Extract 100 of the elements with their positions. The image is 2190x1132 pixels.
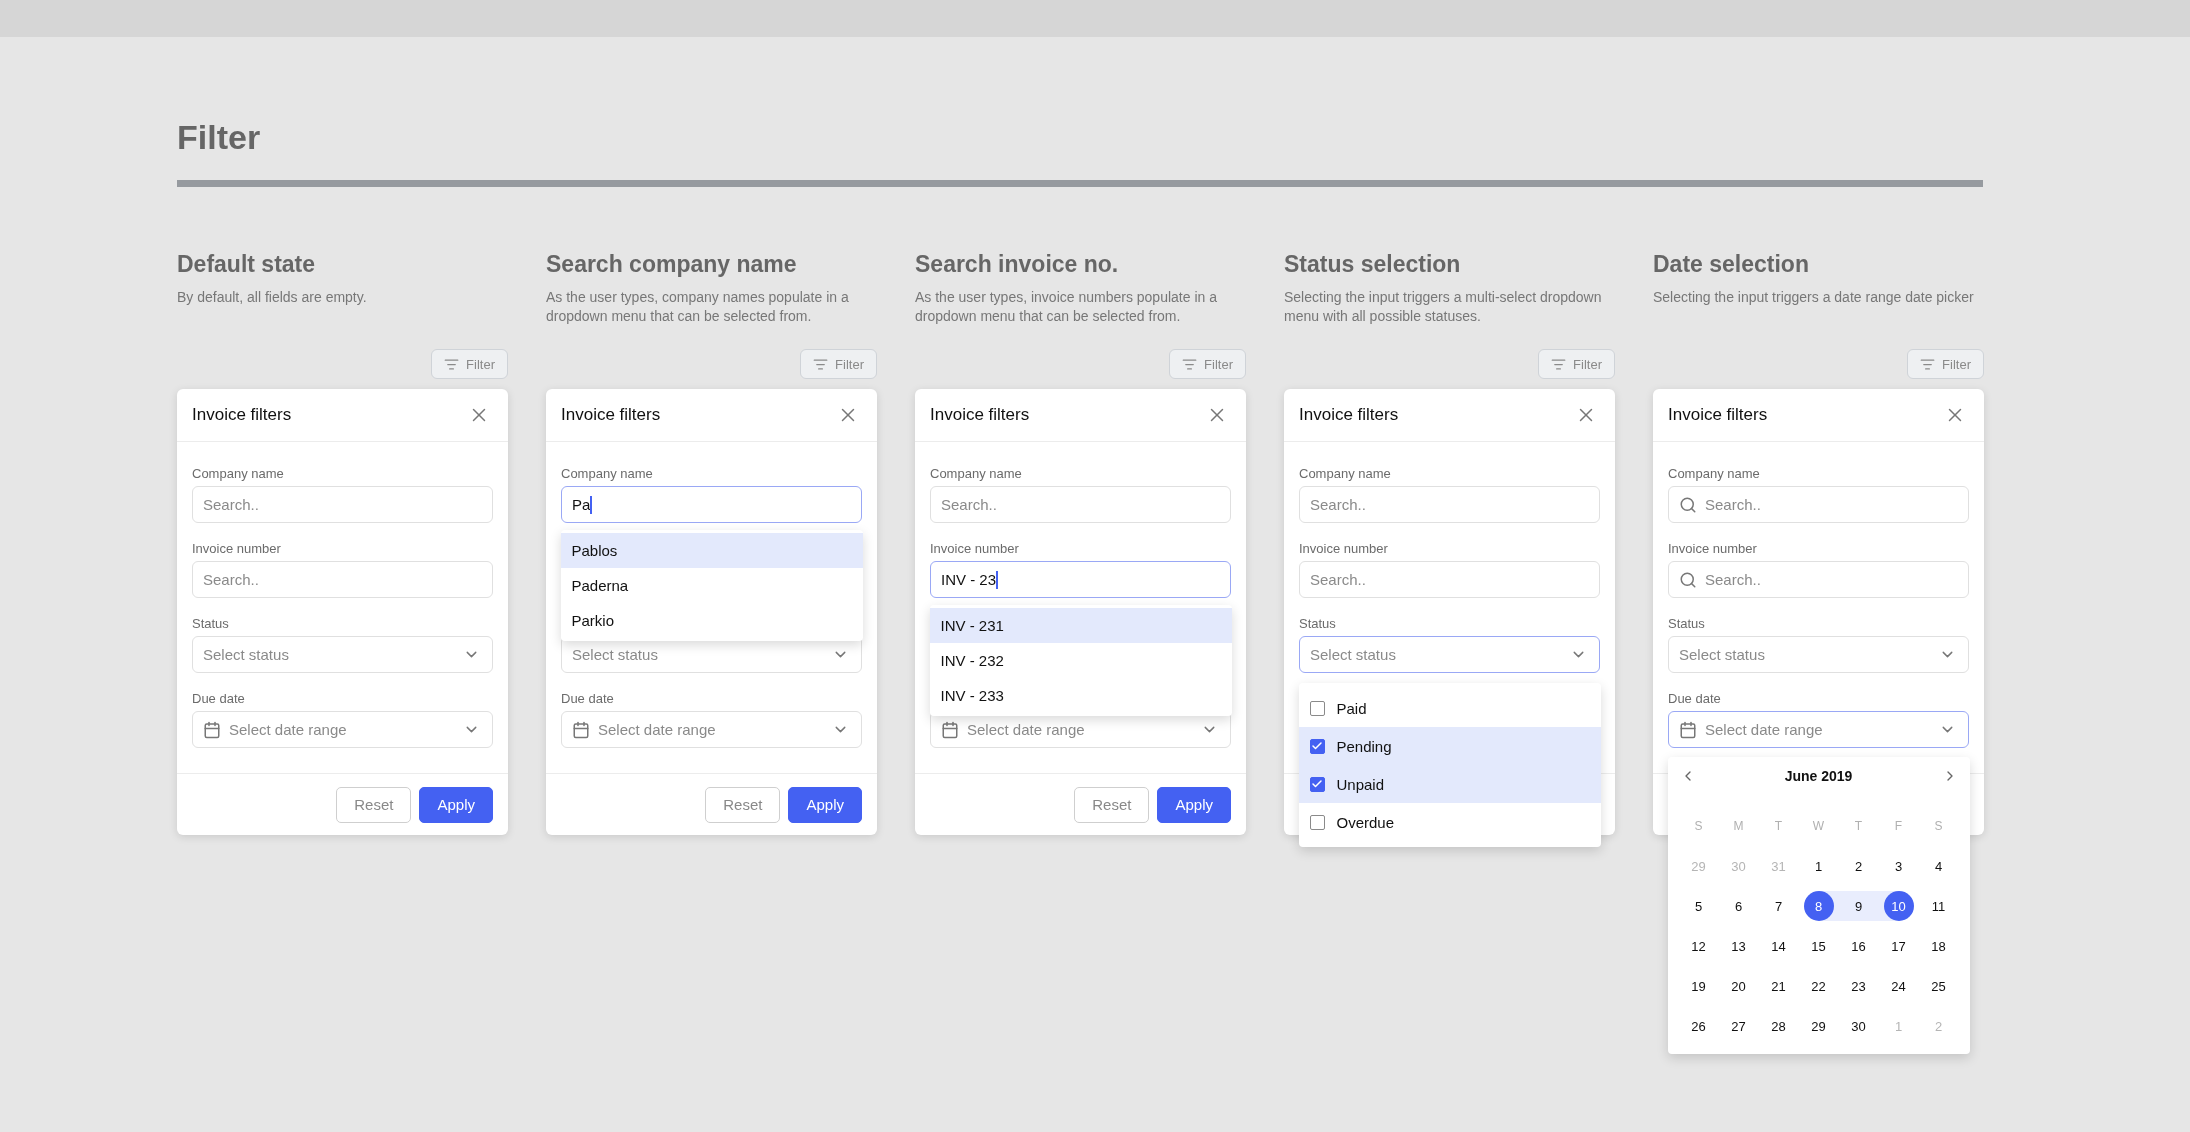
dropdown-option[interactable]: INV - 231 (929, 608, 1232, 643)
invoice-search-field[interactable]: Search.. (1668, 561, 1969, 598)
calendar-day[interactable]: 14 (1763, 931, 1794, 961)
checkbox[interactable] (1309, 738, 1325, 754)
calendar-day[interactable]: 6 (1723, 891, 1754, 921)
calendar-day[interactable]: 18 (1923, 931, 1954, 961)
calendar-day[interactable]: 11 (1923, 891, 1954, 921)
section-heading: Date selection (1653, 250, 1809, 278)
calendar-day[interactable]: 9 (1843, 891, 1874, 921)
company-search-field[interactable]: Search.. (192, 486, 493, 523)
status-select[interactable]: Select status (192, 636, 493, 673)
field-label: Company name (192, 466, 284, 481)
filter-lines-icon (444, 356, 460, 372)
section-heading: Default state (177, 250, 316, 278)
section-description: Selecting the input triggers a date range date picker (1653, 288, 1975, 307)
date-range-select[interactable]: Select date range (561, 711, 862, 748)
status-select[interactable]: Select status (1668, 636, 1969, 673)
section-description: As the user types, company names populate in a dropdown menu that can be selected from. (546, 288, 850, 326)
weekday-label: S (1934, 819, 1943, 833)
field-label: Invoice number (1668, 541, 1757, 556)
section-heading: Status selection (1284, 250, 1461, 278)
weekday-label: M (1733, 819, 1744, 833)
calendar-day[interactable]: 28 (1763, 1011, 1794, 1041)
filter-lines-icon (1920, 356, 1936, 372)
field-label: Status (1668, 616, 1705, 631)
apply-button[interactable]: Apply (419, 786, 493, 823)
reset-button[interactable]: Reset (336, 786, 412, 823)
calendar-icon (572, 720, 590, 739)
filter-lines-icon (1182, 356, 1198, 372)
reset-button[interactable]: Reset (1074, 786, 1150, 823)
section-description: By default, all fields are empty. (177, 288, 368, 307)
invoice-search-field[interactable]: Search.. (1299, 561, 1600, 598)
reset-button[interactable]: Reset (705, 786, 781, 823)
dropdown-option[interactable]: INV - 232 (929, 643, 1232, 678)
checkbox[interactable] (1309, 700, 1325, 716)
filter-lines-icon (813, 356, 829, 372)
checkbox[interactable] (1309, 776, 1325, 792)
dropdown-option[interactable]: Paderna (560, 568, 863, 603)
calendar-day[interactable]: 24 (1883, 971, 1914, 1001)
calendar-day[interactable]: 21 (1763, 971, 1794, 1001)
company-search-field[interactable]: Search.. (930, 486, 1231, 523)
weekday-label: T (1774, 819, 1783, 833)
section-description: As the user types, invoice numbers populate in a dropdown menu that can be selected from. (915, 288, 1218, 326)
status-option[interactable]: Unpaid (1298, 765, 1601, 803)
calendar-day[interactable]: 27 (1723, 1011, 1754, 1041)
section-heading: Search invoice no. (915, 250, 1119, 278)
section-description: Selecting the input triggers a multi-select dropdown menu with all possible statuses. (1284, 288, 1603, 326)
section-heading: Search company name (546, 250, 797, 278)
calendar-day[interactable]: 22 (1803, 971, 1834, 1001)
dropdown-option[interactable]: Parkio (560, 603, 863, 638)
calendar-icon (203, 720, 221, 739)
calendar-day[interactable]: 2 (1843, 851, 1874, 881)
invoice-search-field[interactable]: Search.. (192, 561, 493, 598)
calendar-day[interactable]: 7 (1763, 891, 1794, 921)
apply-button[interactable]: Apply (788, 786, 862, 823)
calendar-day[interactable]: 1 (1803, 851, 1834, 881)
field-label: Due date (1668, 691, 1721, 706)
field-label: Invoice number (1299, 541, 1388, 556)
calendar-day[interactable]: 15 (1803, 931, 1834, 961)
calendar-day[interactable]: 17 (1883, 931, 1914, 961)
calendar-day[interactable]: 4 (1923, 851, 1954, 881)
company-search-field[interactable]: Search.. (1299, 486, 1600, 523)
checkbox[interactable] (1309, 814, 1325, 830)
field-label: Company name (1668, 466, 1760, 481)
calendar-day[interactable]: 30 (1843, 1011, 1874, 1041)
date-range-select[interactable]: Select date range (192, 711, 493, 748)
month-title: June 2019 (1784, 768, 1853, 784)
calendar-day[interactable]: 29 (1803, 1011, 1834, 1041)
status-option[interactable]: Overdue (1298, 803, 1601, 841)
status-option[interactable]: Pending (1298, 727, 1601, 765)
calendar-icon (941, 720, 959, 739)
field-label: Invoice number (192, 541, 281, 556)
calendar-day[interactable]: 26 (1683, 1011, 1714, 1041)
calendar-day[interactable]: 3 (1883, 851, 1914, 881)
dropdown-option[interactable]: INV - 233 (929, 678, 1232, 713)
field-label: Company name (930, 466, 1022, 481)
calendar-day[interactable]: 8 (1803, 891, 1834, 921)
field-label: Status (192, 616, 229, 631)
card-title: Invoice filters (930, 405, 1030, 425)
calendar-day[interactable]: 16 (1843, 931, 1874, 961)
check-icon (1311, 778, 1323, 790)
apply-button[interactable]: Apply (1157, 786, 1231, 823)
status-option[interactable]: Paid (1298, 689, 1601, 727)
calendar-day[interactable]: 10 (1883, 891, 1914, 921)
weekday-label: W (1812, 819, 1825, 833)
calendar-day[interactable]: 12 (1683, 931, 1714, 961)
calendar-day[interactable]: 19 (1683, 971, 1714, 1001)
field-label: Company name (561, 466, 653, 481)
calendar-day[interactable]: 20 (1723, 971, 1754, 1001)
card-title: Invoice filters (1299, 405, 1399, 425)
dropdown-option[interactable]: Pablos (560, 533, 863, 568)
check-icon (1311, 740, 1323, 752)
weekday-label: F (1894, 819, 1903, 833)
calendar-day[interactable]: 13 (1723, 931, 1754, 961)
weekday-label: S (1694, 819, 1703, 833)
company-search-field[interactable]: Search.. (1668, 486, 1969, 523)
calendar-day[interactable]: 25 (1923, 971, 1954, 1001)
calendar-day[interactable]: 23 (1843, 971, 1874, 1001)
calendar-day[interactable]: 5 (1683, 891, 1714, 921)
card-title: Invoice filters (1668, 405, 1768, 425)
